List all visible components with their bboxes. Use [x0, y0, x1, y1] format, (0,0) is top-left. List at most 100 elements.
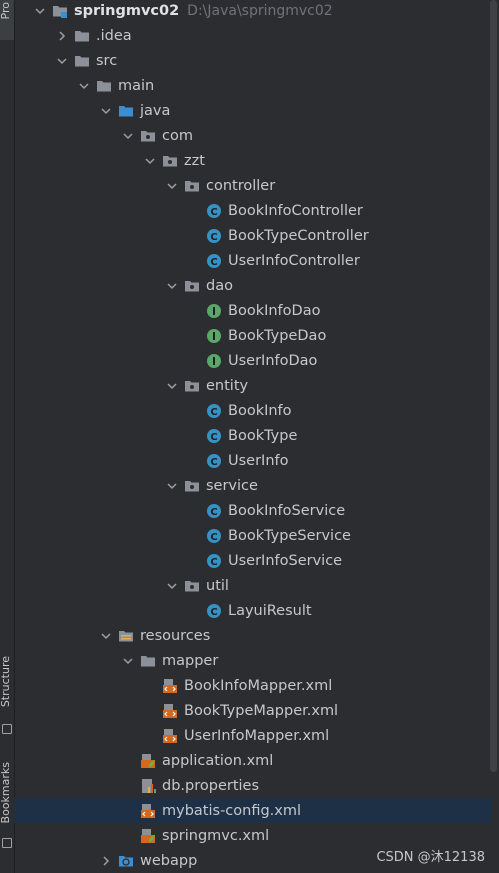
tree-row[interactable]: util — [14, 573, 492, 598]
chevron-placeholder — [144, 730, 156, 742]
chevron-down-icon[interactable] — [166, 580, 178, 592]
tree-row[interactable]: C BookInfoController — [14, 198, 492, 223]
structure-tab[interactable]: Structure — [0, 656, 12, 707]
folder-icon — [74, 53, 90, 69]
tree-item-label: UserInfoDao — [228, 352, 318, 369]
class-icon: C — [206, 503, 222, 519]
tree-row[interactable]: C UserInfoService — [14, 548, 492, 573]
chevron-down-icon[interactable] — [166, 380, 178, 392]
tree-item-label: BookTypeController — [228, 227, 369, 244]
chevron-down-icon[interactable] — [122, 130, 134, 142]
tree-row[interactable]: src — [14, 48, 492, 73]
project-tab[interactable]: Pro — [0, 0, 14, 40]
tree-item-label: BookType — [228, 427, 298, 444]
chevron-right-icon[interactable] — [56, 30, 68, 42]
chevron-down-icon[interactable] — [166, 280, 178, 292]
project-tab-label: Pro — [0, 2, 12, 20]
folder-icon — [96, 78, 112, 94]
tree-row[interactable]: BookTypeDao — [14, 323, 492, 348]
structure-icon[interactable] — [2, 724, 12, 734]
tree-row[interactable]: springmvc.xml — [14, 823, 492, 848]
tree-row[interactable]: .idea — [14, 23, 492, 48]
chevron-down-icon[interactable] — [56, 55, 68, 67]
tree-item-label: BookTypeDao — [228, 327, 327, 344]
class-icon: C — [206, 253, 222, 269]
tree-row[interactable]: dao — [14, 273, 492, 298]
interface-icon — [206, 353, 222, 369]
class-icon: C — [206, 603, 222, 619]
chevron-placeholder — [188, 255, 200, 267]
tree-row[interactable]: C BookTypeService — [14, 523, 492, 548]
svg-text:C: C — [210, 407, 217, 418]
tree-row[interactable]: C LayuiResult — [14, 598, 492, 623]
tree-row[interactable]: UserInfoDao — [14, 348, 492, 373]
chevron-placeholder — [122, 755, 134, 767]
tree-item-label: LayuiResult — [228, 602, 312, 619]
package-icon — [184, 478, 200, 494]
tree-item-label: BookTypeMapper.xml — [184, 702, 339, 719]
chevron-down-icon[interactable] — [100, 630, 112, 642]
chevron-down-icon[interactable] — [166, 180, 178, 192]
watermark: CSDN @沐12138 — [376, 850, 485, 865]
folder-icon — [74, 28, 90, 44]
tree-item-label: src — [96, 52, 118, 69]
tree-item-label: UserInfoService — [228, 552, 343, 569]
chevron-placeholder — [188, 455, 200, 467]
tree-item-label: service — [206, 477, 258, 494]
tree-item-label: resources — [140, 627, 211, 644]
tree-item-label: mapper — [162, 652, 219, 669]
chevron-down-icon[interactable] — [166, 480, 178, 492]
tree-row[interactable]: resources — [14, 623, 492, 648]
tree-row[interactable]: zzt — [14, 148, 492, 173]
tree-row[interactable]: db.properties — [14, 773, 492, 798]
bookmarks-tab[interactable]: Bookmarks — [0, 762, 12, 823]
tree-row[interactable]: C BookType — [14, 423, 492, 448]
tree-row[interactable]: entity — [14, 373, 492, 398]
tree-row[interactable]: C UserInfoController — [14, 248, 492, 273]
tree-row[interactable]: C BookInfoService — [14, 498, 492, 523]
chevron-down-icon[interactable] — [100, 105, 112, 117]
tree-item-label: UserInfoMapper.xml — [184, 727, 330, 744]
tree-row[interactable]: com — [14, 123, 492, 148]
tree-row[interactable]: service — [14, 473, 492, 498]
tree-row[interactable]: controller — [14, 173, 492, 198]
tree-row[interactable]: mapper — [14, 648, 492, 673]
tree-row[interactable]: BookInfoMapper.xml — [14, 673, 492, 698]
chevron-down-icon[interactable] — [34, 5, 46, 17]
chevron-placeholder — [188, 355, 200, 367]
tree-row[interactable]: java — [14, 98, 492, 123]
chevron-placeholder — [188, 230, 200, 242]
chevron-placeholder — [188, 605, 200, 617]
svg-text:C: C — [210, 532, 217, 543]
tree-row[interactable]: C UserInfo — [14, 448, 492, 473]
bookmark-icon[interactable] — [2, 838, 12, 848]
chevron-placeholder — [144, 680, 156, 692]
svg-text:C: C — [210, 232, 217, 243]
tree-row[interactable]: C BookInfo — [14, 398, 492, 423]
tree-row[interactable]: main — [14, 73, 492, 98]
chevron-right-icon[interactable] — [100, 855, 112, 867]
class-icon: C — [206, 203, 222, 219]
svg-text:C: C — [210, 432, 217, 443]
tree-item-label: main — [118, 77, 155, 94]
vertical-scrollbar[interactable] — [490, 0, 497, 772]
source-folder-icon — [118, 103, 134, 119]
tree-row[interactable]: springmvc02 D:\Java\springmvc02 — [14, 0, 492, 23]
properties-icon — [140, 778, 156, 794]
tree-row[interactable]: application.xml — [14, 748, 492, 773]
chevron-placeholder — [188, 205, 200, 217]
chevron-placeholder — [188, 555, 200, 567]
tree-item-label: db.properties — [162, 777, 260, 794]
chevron-down-icon[interactable] — [78, 80, 90, 92]
tree-item-label: BookInfoController — [228, 202, 363, 219]
tree-row[interactable]: UserInfoMapper.xml — [14, 723, 492, 748]
tool-window-strip: Pro Structure Bookmarks — [0, 0, 15, 873]
tree-row[interactable]: BookTypeMapper.xml — [14, 698, 492, 723]
tree-row[interactable]: C BookTypeController — [14, 223, 492, 248]
tree-item-label: zzt — [184, 152, 205, 169]
tree-row[interactable]: mybatis-config.xml — [14, 798, 492, 823]
chevron-placeholder — [122, 780, 134, 792]
chevron-down-icon[interactable] — [144, 155, 156, 167]
chevron-down-icon[interactable] — [122, 655, 134, 667]
tree-row[interactable]: BookInfoDao — [14, 298, 492, 323]
